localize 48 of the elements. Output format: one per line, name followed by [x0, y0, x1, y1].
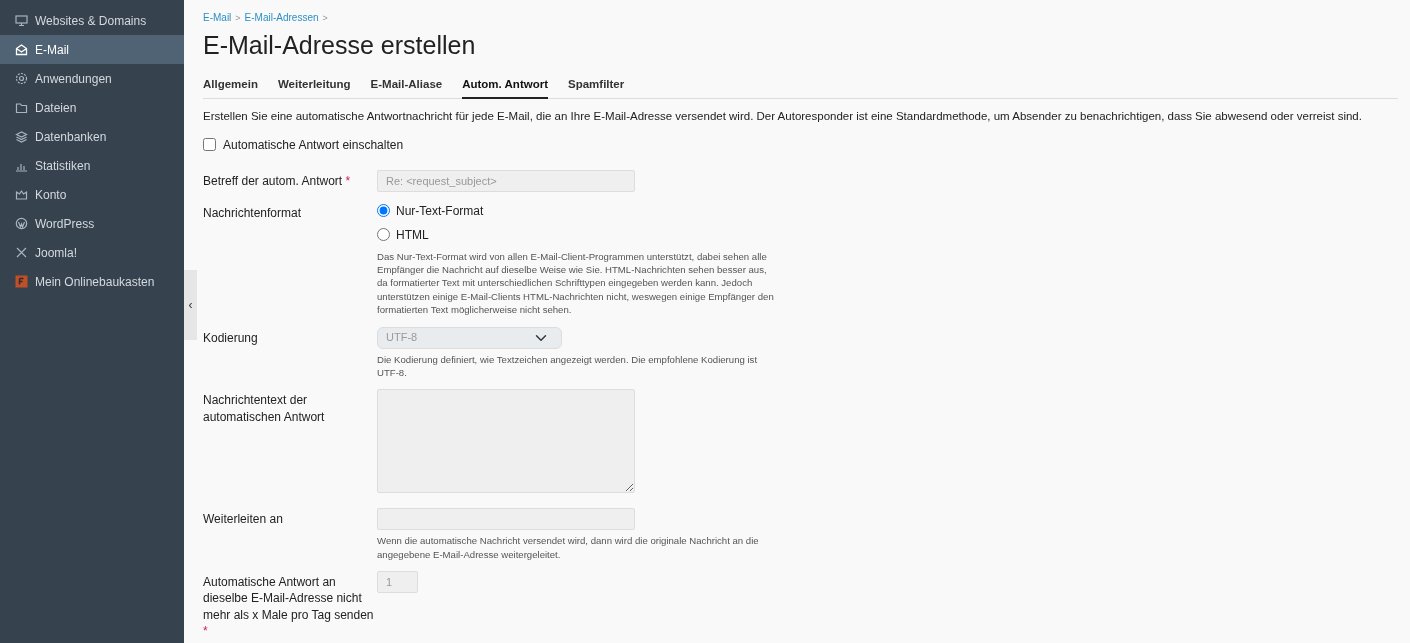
sidebar-item[interactable]: WordPress — [0, 209, 184, 238]
sidebar-item[interactable]: Websites & Domains — [0, 6, 184, 35]
radio-button[interactable] — [377, 228, 390, 241]
help-text: Das Nur-Text-Format wird von allen E-Mail-Client-Programmen unterstützt, dabei sehen alle Empfänger die Nachricht auf dieselbe Weise wie Sie. HTML-Nachrichten sehen besser aus, da formatierter Text mit unterschiedlichen Schrifttypen eingegeben werden kann. Jedoch unterstützen einige E-Mail-Clients HTML-Nachrichten nicht, weswegen einige Empfänger den formatierten Text möglicherweise nicht sehen. — [377, 249, 775, 317]
sidebar-item[interactable]: E-Mail — [0, 35, 184, 64]
required-mark: * — [203, 623, 208, 638]
collapse-sidebar-button[interactable]: ‹ — [184, 270, 197, 340]
breadcrumb-separator: > — [235, 13, 241, 23]
radio-label: Nur-Text-Format — [396, 202, 484, 220]
page-title: E-Mail-Adresse erstellen — [203, 30, 477, 60]
crown-icon — [15, 188, 28, 201]
radio-button[interactable] — [377, 204, 390, 217]
tab[interactable]: Allgemein — [203, 72, 258, 100]
help-text: Die Kodierung definiert, wie Textzeichen angezeigt werden. Die empfohlene Kodierung ist UTF-8. — [377, 352, 759, 380]
breadcrumb-link[interactable]: E-Mail — [203, 12, 232, 23]
builder-logo-icon — [15, 275, 28, 288]
enable-checkbox[interactable] — [203, 138, 216, 151]
field-label: Kodierung — [203, 330, 258, 345]
cross-logo-icon — [15, 246, 28, 259]
layers-icon — [15, 130, 28, 143]
field-label: Automatische Antwort an dieselbe E-Mail-Adresse nicht mehr als x Male pro Tag senden — [203, 575, 374, 622]
intro-text: Erstellen Sie eine automatische Antwortnachricht für jede E-Mail, die an Ihre E-Mail-Adresse versendet wird. Der Autoresponder ist eine Standardmethode, um Absender zu benachrichtigen, dass Sie abwesend oder verreist sind. — [203, 109, 1363, 125]
sidebar-item[interactable]: Anwendungen — [0, 64, 184, 93]
breadcrumb-link[interactable]: E-Mail-Adressen — [244, 12, 319, 23]
sidebar-item[interactable]: Mein Onlinebaukasten — [0, 267, 184, 296]
folder-icon — [15, 101, 28, 114]
checkbox-label: Automatische Antwort einschalten — [223, 136, 404, 154]
sidebar-item[interactable]: Datenbanken — [0, 122, 184, 151]
envelope-icon — [15, 43, 28, 56]
tab[interactable]: Weiterleitung — [277, 72, 351, 100]
field-label: Nachrichtentext der automatischen Antwort — [203, 393, 325, 424]
required-mark: * — [345, 173, 351, 188]
field-label: Nachrichtenformat — [203, 205, 302, 220]
tab[interactable]: Spamfilter — [568, 72, 625, 100]
breadcrumb-separator: > — [322, 13, 328, 23]
field-label: Betreff der autom. Antwort — [203, 173, 343, 188]
sidebar-item[interactable]: Dateien — [0, 93, 184, 122]
circle-logo-icon — [15, 217, 28, 230]
tab[interactable]: E-Mail-Aliase — [370, 72, 443, 100]
field-label: Weiterleiten an — [203, 512, 283, 527]
gear-icon — [15, 72, 28, 85]
monitor-icon — [15, 14, 28, 27]
sidebar-item[interactable]: Konto — [0, 180, 184, 209]
help-text: Wenn die automatische Nachricht versendet wird, dann wird die originale Nachricht an die angegebene E-Mail-Adresse weitergeleitet. — [377, 534, 760, 562]
sidebar-item[interactable]: Statistiken — [0, 151, 184, 180]
sidebar-item[interactable]: Joomla! — [0, 238, 184, 267]
radio-label: HTML — [396, 226, 429, 244]
tab[interactable]: Autom. Antwort — [462, 72, 548, 100]
